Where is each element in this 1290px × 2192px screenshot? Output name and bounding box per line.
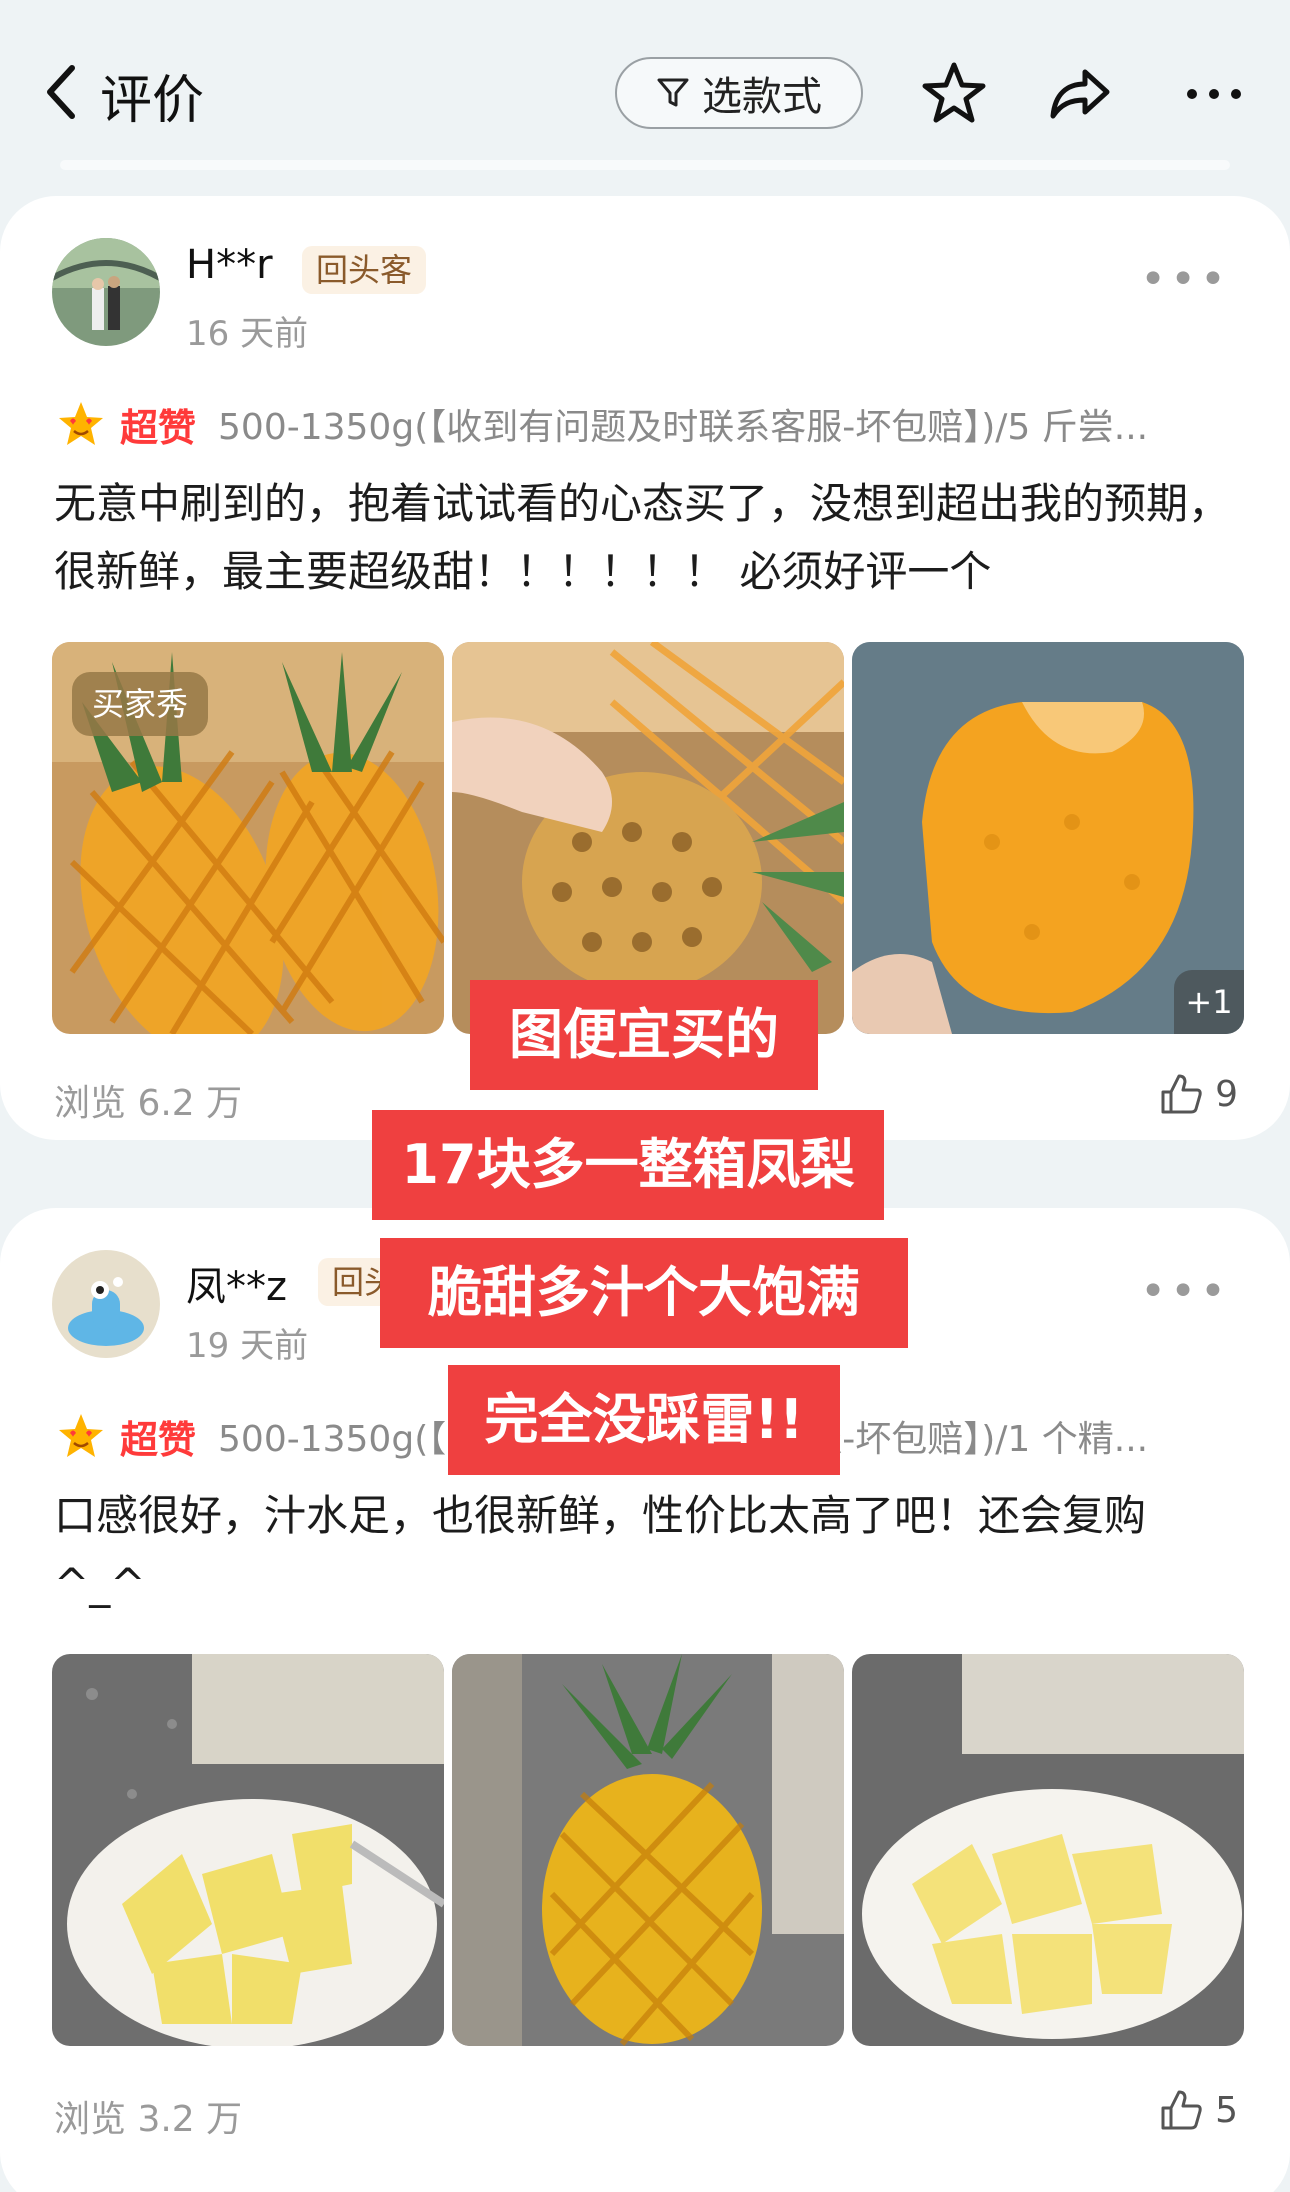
buyer-show-tag: 买家秀: [72, 672, 209, 736]
style-filter-button[interactable]: 选款式: [615, 57, 863, 129]
view-count: 浏览 6.2 万: [54, 1083, 243, 1124]
avatar[interactable]: [52, 238, 160, 346]
overlay-caption-line: 脆甜多汁个大饱满: [380, 1238, 908, 1348]
avatar[interactable]: [52, 1250, 160, 1358]
page-title: 评价: [100, 71, 205, 131]
product-spec: 500-1350g(【收到有问题及时联系客服-坏包赔】)/5 斤尝...: [218, 407, 1149, 448]
review-time: 19 天前: [186, 1326, 309, 1366]
review-text: 口感很好，汁水足，也很新鲜，性价比太高了吧！还会复购^_^: [54, 1491, 1147, 1608]
rating-label: 超赞: [120, 405, 197, 450]
star-icon[interactable]: [920, 60, 988, 128]
more-photos-count[interactable]: +1: [1174, 970, 1244, 1034]
like-button[interactable]: 9: [1159, 1072, 1238, 1116]
photo-row: 买家秀 +1: [52, 642, 1244, 1034]
overlay-caption-line: 图便宜买的: [470, 980, 818, 1090]
review-photo[interactable]: [852, 1654, 1244, 2046]
like-button[interactable]: 5: [1159, 2088, 1238, 2132]
thumbs-up-icon: [1161, 1074, 1202, 1114]
filter-label: 选款式: [702, 74, 822, 120]
overlay-caption-line: 17块多一整箱凤梨: [372, 1110, 884, 1220]
filter-icon: [657, 78, 689, 107]
top-nav-bar: 评价 选款式: [0, 0, 1290, 170]
more-icon[interactable]: [1180, 60, 1248, 128]
like-count: 5: [1215, 2089, 1238, 2131]
overlay-caption-line: 完全没踩雷!!: [448, 1365, 840, 1475]
review-photo[interactable]: [52, 1654, 444, 2046]
review-photo[interactable]: 买家秀: [52, 642, 444, 1034]
heart-eyes-star-icon: [59, 1414, 103, 1457]
review-photo[interactable]: [452, 1654, 844, 2046]
review-more-icon[interactable]: •••: [1140, 1266, 1230, 1317]
review-time: 16 天前: [186, 314, 309, 354]
like-count: 9: [1215, 1073, 1238, 1115]
rating-label: 超赞: [120, 1417, 197, 1462]
review-text: 无意中刷到的，抱着试试看的心态买了，没想到超出我的预期，很新鲜，最主要超级甜！！…: [54, 479, 1231, 596]
user-name[interactable]: 凤**z: [186, 1254, 287, 1312]
repeat-customer-badge: 回头客: [302, 246, 427, 294]
user-name[interactable]: H**r: [186, 242, 273, 288]
header-divider: [60, 160, 1230, 170]
photo-row: [52, 1654, 1244, 2046]
rating-row: 超赞 500-1350g(【收到有问题及时联系客服-坏包赔】)/5 斤尝...: [56, 396, 1236, 452]
thumbs-up-icon: [1161, 2090, 1202, 2130]
view-count: 浏览 3.2 万: [54, 2099, 243, 2140]
review-photo[interactable]: +1: [852, 642, 1244, 1034]
heart-eyes-star-icon: [59, 402, 103, 445]
share-icon[interactable]: [1045, 60, 1113, 128]
review-more-icon[interactable]: •••: [1140, 254, 1230, 305]
back-icon[interactable]: [42, 62, 82, 122]
review-card: 凤**z 回头客 19 天前 ••• 超赞 500-1350g(【收到有问题及时…: [0, 1208, 1290, 2192]
review-photo[interactable]: [452, 642, 844, 1034]
